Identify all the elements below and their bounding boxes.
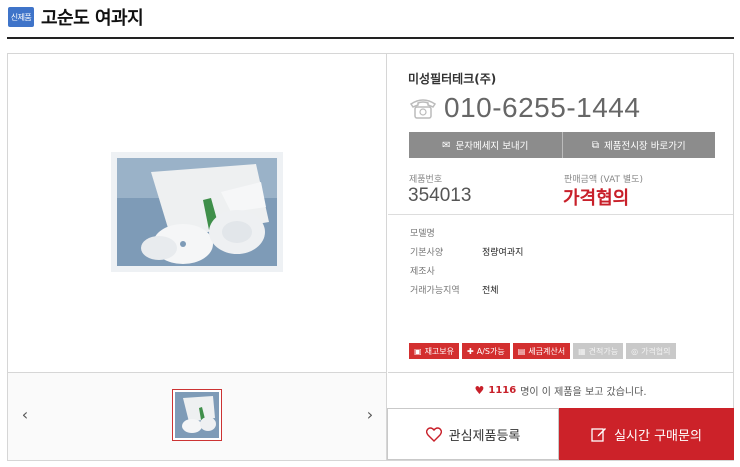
tag-label: 견적가능 [588, 346, 619, 356]
view-count-row: ♥ 1116 명이 이 제품을 보고 갔습니다. [388, 372, 733, 408]
heart-icon: ♥ [474, 384, 485, 397]
product-code-label: 제품번호 [409, 175, 443, 185]
title-divider [7, 37, 734, 39]
chevron-left-icon[interactable]: ‹ [17, 405, 33, 424]
spec-label-basic: 기본사양 [410, 248, 444, 258]
company-name: 미성필터테크(주) [408, 72, 497, 86]
contact-buttons: ✉ 문자메세지 보내기 ⧉ 제품전시장 바로가기 [409, 132, 715, 158]
image-pane [8, 54, 387, 372]
tag-negotiable: ◎ 가격협의 [626, 343, 676, 359]
price-value: 가격협의 [563, 188, 630, 209]
tag-label: 가격협의 [641, 346, 671, 356]
page-title: 고순도 여과지 [41, 8, 144, 29]
phone-number[interactable]: 010-6255-1444 [444, 92, 640, 124]
tag-label: 세금계산서 [528, 346, 566, 356]
thumbnail-strip: ‹ › [8, 372, 387, 460]
spec-value-basic: 정량여과지 [482, 248, 524, 258]
product-panel: ‹ › 미성필터테크(주) 010-6255-1444 ✉ 문자메세지 보내기 … [7, 53, 734, 461]
tag-as: ✚ A/S가능 [462, 343, 510, 359]
tag-label: A/S가능 [476, 346, 505, 356]
showroom-button[interactable]: ⧉ 제품전시장 바로가기 [561, 132, 715, 158]
heart-outline-icon [425, 426, 442, 442]
spec-label-maker: 제조사 [410, 267, 435, 277]
handshake-icon: ◎ [631, 346, 639, 356]
sms-button-label: 문자메세지 보내기 [455, 141, 529, 152]
chevron-right-icon[interactable]: › [362, 405, 378, 424]
envelope-icon: ✉ [442, 139, 451, 151]
feature-tags: ▣ 재고보유 ✚ A/S가능 ▤ 세금계산서 ▦ 견적가능 ◎ 가격협의 [409, 343, 676, 359]
spec-value-region: 전체 [482, 286, 499, 296]
phone-row: 010-6255-1444 [408, 92, 640, 124]
cta-row: 관심제품등록 실시간 구매문의 [387, 408, 734, 460]
receipt-icon: ▤ [517, 346, 526, 356]
title-row: 신제품 고순도 여과지 [8, 6, 144, 29]
box-icon: ▣ [414, 346, 422, 356]
spec-label-region: 거래가능지역 [410, 286, 460, 296]
tag-label: 재고보유 [424, 346, 455, 356]
divider [388, 214, 733, 215]
view-count: 1116 [488, 385, 517, 396]
wrench-icon: ✚ [467, 346, 474, 356]
edit-icon [591, 428, 607, 442]
add-favorite-label: 관심제품등록 [448, 428, 521, 444]
product-code: 354013 [408, 185, 472, 206]
product-image[interactable] [111, 152, 283, 272]
external-link-icon: ⧉ [591, 139, 599, 151]
sms-button[interactable]: ✉ 문자메세지 보내기 [409, 132, 562, 158]
purchase-inquiry-label: 실시간 구매문의 [614, 428, 702, 444]
calculator-icon: ▦ [578, 346, 586, 356]
spec-label-model: 모델명 [410, 229, 435, 239]
tag-stock: ▣ 재고보유 [409, 343, 460, 359]
thumbnail-image[interactable] [172, 389, 222, 441]
tag-tax-invoice: ▤ 세금계산서 [512, 343, 571, 359]
new-product-badge: 신제품 [8, 7, 34, 27]
add-favorite-button[interactable]: 관심제품등록 [387, 408, 559, 460]
view-count-text: 명이 이 제품을 보고 갔습니다. [520, 387, 647, 398]
showroom-button-label: 제품전시장 바로가기 [603, 141, 686, 152]
purchase-inquiry-button[interactable]: 실시간 구매문의 [559, 408, 734, 460]
telephone-icon [409, 99, 437, 119]
info-pane: 미성필터테크(주) 010-6255-1444 ✉ 문자메세지 보내기 ⧉ 제품… [387, 54, 734, 460]
tag-estimate: ▦ 견적가능 [573, 343, 624, 359]
